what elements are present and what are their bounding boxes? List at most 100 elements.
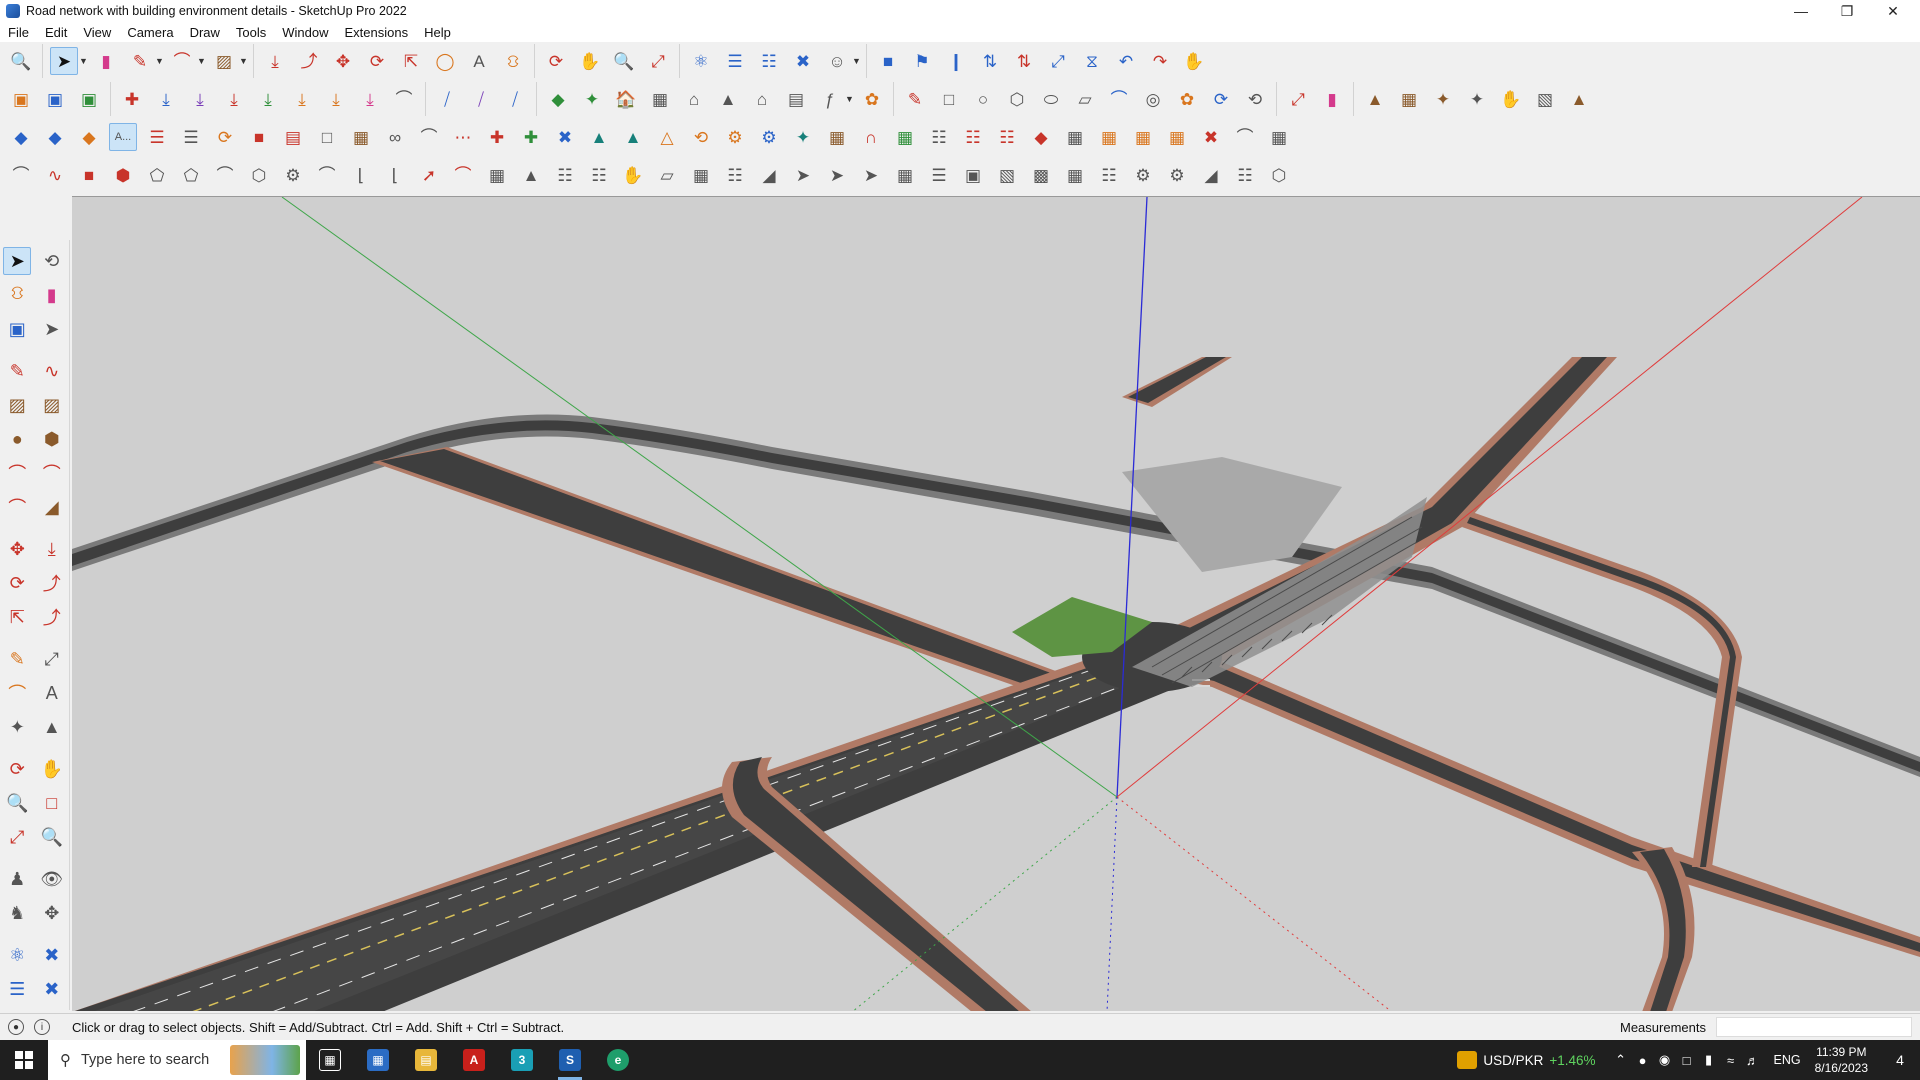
text-icon[interactable]: A bbox=[465, 47, 493, 75]
wire-shape-7-icon[interactable]: ⌊ bbox=[347, 161, 375, 189]
circle-shape-icon[interactable]: ○ bbox=[969, 85, 997, 113]
stair-2-icon[interactable]: ☷ bbox=[721, 161, 749, 189]
hatch-2-icon[interactable]: ▩ bbox=[1027, 161, 1055, 189]
wire-shape-4-icon[interactable]: ⬡ bbox=[245, 161, 273, 189]
hatch-5-icon[interactable]: ⚙ bbox=[1129, 161, 1157, 189]
garage-icon[interactable]: ▤ bbox=[782, 85, 810, 113]
wire-shape-1-icon[interactable]: ⬠ bbox=[143, 161, 171, 189]
triangle-icon[interactable]: △ bbox=[653, 123, 681, 151]
rectangle-icon[interactable]: ▨ bbox=[210, 47, 238, 75]
knife-icon[interactable]: ✎ bbox=[901, 85, 929, 113]
chevron-down-icon[interactable]: ▼ bbox=[239, 56, 249, 66]
orange-grid-3-icon[interactable]: ▦ bbox=[1163, 123, 1191, 151]
bezier-icon[interactable]: ⌒ bbox=[7, 161, 35, 189]
plane-2-icon[interactable]: ➤ bbox=[823, 161, 851, 189]
blue-tile-icon[interactable]: ◆ bbox=[41, 123, 69, 151]
red-gem-icon[interactable]: ◆ bbox=[1027, 123, 1055, 151]
menu-window[interactable]: Window bbox=[274, 25, 336, 40]
calculator-icon[interactable]: ▦ bbox=[354, 1040, 402, 1080]
wire-shape-6-icon[interactable]: ⌒ bbox=[313, 161, 341, 189]
menu-view[interactable]: View bbox=[75, 25, 119, 40]
red-x-icon[interactable]: ✖ bbox=[1197, 123, 1225, 151]
menu-file[interactable]: File bbox=[0, 25, 37, 40]
notification-icon[interactable]: 4 bbox=[1880, 1040, 1920, 1080]
ellipse-shape-icon[interactable]: ⬭ bbox=[1037, 85, 1065, 113]
stock-widget[interactable]: USD/PKR +1.46% bbox=[1457, 1051, 1596, 1069]
globe-icon[interactable]: ◉ bbox=[1654, 1049, 1676, 1071]
push-pull-icon[interactable]: ⤓ bbox=[261, 47, 289, 75]
redo-icon[interactable]: ↷ bbox=[1146, 47, 1174, 75]
3ds-max-icon[interactable]: 3 bbox=[498, 1040, 546, 1080]
battery-icon[interactable]: ▮ bbox=[1698, 1049, 1720, 1071]
acrobat-icon[interactable]: A bbox=[450, 1040, 498, 1080]
zoom-window-icon[interactable]: □ bbox=[38, 789, 66, 817]
frame-grid-icon[interactable]: ▦ bbox=[1061, 123, 1089, 151]
menu-extensions[interactable]: Extensions bbox=[337, 25, 417, 40]
menu-tools[interactable]: Tools bbox=[228, 25, 274, 40]
parallelogram-icon[interactable]: ▱ bbox=[1071, 85, 1099, 113]
slope-icon[interactable]: ◢ bbox=[755, 161, 783, 189]
spline-icon[interactable]: ∿ bbox=[41, 161, 69, 189]
model-viewport[interactable] bbox=[72, 196, 1920, 1011]
building-icon[interactable]: 🏠 bbox=[612, 85, 640, 113]
rearrange-icon[interactable]: ☷ bbox=[959, 123, 987, 151]
rectangle-icon[interactable]: ▨ bbox=[3, 391, 31, 419]
measurements-input[interactable] bbox=[1716, 1017, 1912, 1037]
green-cross-icon[interactable]: ✚ bbox=[517, 123, 545, 151]
axes-icon[interactable]: ✦ bbox=[3, 713, 31, 741]
cube-frame-icon[interactable]: ▣ bbox=[959, 161, 987, 189]
menu-camera[interactable]: Camera bbox=[119, 25, 181, 40]
material-1-icon[interactable]: ▲ bbox=[1361, 85, 1389, 113]
follow-me-icon[interactable]: ⤴ bbox=[295, 47, 323, 75]
yellow-tile-icon[interactable]: ◆ bbox=[75, 123, 103, 151]
move-icon[interactable]: ✥ bbox=[3, 535, 31, 563]
column-icon[interactable]: ☷ bbox=[551, 161, 579, 189]
three-point-arc-icon[interactable]: ⌒ bbox=[3, 493, 31, 521]
line-icon[interactable]: ✎ bbox=[3, 357, 31, 385]
edge-browser-icon[interactable]: e bbox=[594, 1040, 642, 1080]
previous-view-icon[interactable]: 🔍 bbox=[38, 823, 66, 851]
red-square-icon[interactable]: ■ bbox=[245, 123, 273, 151]
column-2-icon[interactable]: ☷ bbox=[585, 161, 613, 189]
green-blocks-icon[interactable]: ▦ bbox=[891, 123, 919, 151]
polygon-icon[interactable]: ⬢ bbox=[38, 425, 66, 453]
red-curve-icon[interactable]: ⌒ bbox=[449, 161, 477, 189]
plane-icon[interactable]: ➤ bbox=[789, 161, 817, 189]
eraser-icon[interactable]: ▮ bbox=[92, 47, 120, 75]
zoom-icon[interactable]: 🔍 bbox=[3, 789, 31, 817]
column-3-icon[interactable]: ✋ bbox=[619, 161, 647, 189]
house-icon[interactable]: ⌂ bbox=[680, 85, 708, 113]
hatch-4-icon[interactable]: ☷ bbox=[1095, 161, 1123, 189]
wire-shape-5-icon[interactable]: ⚙ bbox=[279, 161, 307, 189]
walk-icon[interactable]: ♞ bbox=[3, 899, 31, 927]
layers-icon[interactable]: ☰ bbox=[721, 47, 749, 75]
styles-icon[interactable]: ⚛ bbox=[3, 941, 31, 969]
red-ruby-icon[interactable]: ⬢ bbox=[109, 161, 137, 189]
close-icon[interactable]: ✕ bbox=[1870, 0, 1916, 22]
diag-arrow-icon[interactable]: ⤢ bbox=[1284, 85, 1312, 113]
arrow-x-icon[interactable]: ⤓ bbox=[322, 85, 350, 113]
spiral-icon[interactable]: ⟲ bbox=[1241, 85, 1269, 113]
truss-icon[interactable]: ▦ bbox=[891, 161, 919, 189]
hourglass-icon[interactable]: ⧖ bbox=[1078, 47, 1106, 75]
arc-shape-icon[interactable]: ⌒ bbox=[1105, 85, 1133, 113]
home-icon[interactable]: ⌂ bbox=[748, 85, 776, 113]
sparkle-icon[interactable]: ✦ bbox=[789, 123, 817, 151]
follow-me-icon[interactable]: ⤴ bbox=[38, 569, 66, 597]
gear-blue-icon[interactable]: ⚙ bbox=[755, 123, 783, 151]
lasso-orange-icon[interactable]: ⟲ bbox=[687, 123, 715, 151]
wire-shape-3-icon[interactable]: ⌒ bbox=[211, 161, 239, 189]
layers-icon[interactable]: ☰ bbox=[3, 975, 31, 1003]
chevron-down-icon[interactable]: ▼ bbox=[155, 56, 165, 66]
arrow-purple-icon[interactable]: ⤓ bbox=[186, 85, 214, 113]
paint-bucket-icon[interactable]: ⛻ bbox=[499, 47, 527, 75]
volume-icon[interactable]: ♬ bbox=[1742, 1049, 1764, 1071]
blue-x-icon[interactable]: ✖ bbox=[551, 123, 579, 151]
function-icon[interactable]: ƒ bbox=[816, 85, 844, 113]
pan-icon[interactable]: ✋ bbox=[576, 47, 604, 75]
geo-location-icon[interactable]: ● bbox=[8, 1019, 24, 1035]
roof-icon[interactable]: ▲ bbox=[714, 85, 742, 113]
taskbar-search[interactable]: ⚲ Type here to search bbox=[48, 1040, 306, 1080]
pan-icon[interactable]: ✋ bbox=[38, 755, 66, 783]
dimension-icon[interactable]: ⤢ bbox=[38, 645, 66, 673]
